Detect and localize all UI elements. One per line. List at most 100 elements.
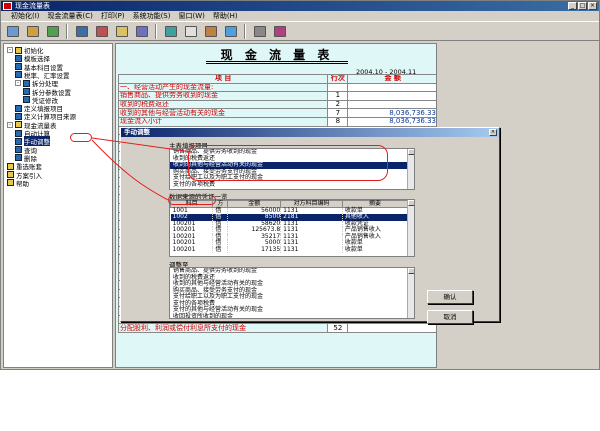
report-cell-no: 8 (327, 116, 349, 127)
expander-icon[interactable]: - (15, 80, 21, 87)
maximize-button[interactable]: □ (578, 2, 587, 10)
doc-icon (15, 54, 22, 62)
open-icon (26, 25, 39, 37)
folder-icon (23, 79, 30, 87)
highlight-ellipse (188, 145, 388, 181)
save-icon (46, 25, 59, 37)
app-icon (3, 2, 12, 10)
edit-icon (115, 25, 128, 37)
doc-icon (15, 137, 22, 145)
list-scrollbar[interactable] (407, 149, 414, 189)
report-row[interactable]: 收到的其他与经营活动有关的现金 7 8,036,736.33 (117, 108, 436, 118)
title-bar: 现金流量表 _ □ × (1, 1, 599, 11)
report-row[interactable]: 现金流入小计 8 8,036,736.33 (117, 116, 436, 127)
folder-icon (15, 121, 22, 129)
open-button[interactable] (24, 23, 41, 39)
settings-button[interactable] (251, 23, 268, 39)
report-cell-amount (347, 91, 436, 101)
report-cell-item: 分配股利、利润或偿付利息所支付的现金 (117, 323, 329, 333)
refresh-icon (75, 25, 88, 37)
adjust-to-list[interactable]: 销售商品、提供劳务收到的现金 收到的税费返还 收到的其他与经营活动有关的现金 购买商品… (169, 267, 415, 319)
expander-icon[interactable]: - (7, 121, 13, 128)
calc-icon (95, 25, 108, 37)
exit-icon (204, 25, 217, 37)
col-header-item: 项 目 (117, 74, 329, 84)
close-button[interactable]: × (588, 2, 597, 10)
menu-item[interactable]: 帮助(H) (213, 11, 238, 21)
nav-tree: - 初始化 模板选择 基本科目设置 税率、汇率设置 - 拆分处理 拆分参数设置 凭证修改 定义填报… (3, 43, 113, 368)
report-row[interactable]: 分配股利、利润或偿付利息所支付的现金 52 (117, 323, 436, 333)
report-cell-amount (347, 99, 436, 110)
doc-icon (15, 63, 22, 71)
menu-item[interactable]: 现金流量表(C) (48, 11, 93, 21)
export-button[interactable] (162, 23, 179, 39)
print-button[interactable] (4, 23, 21, 39)
help-button[interactable] (222, 23, 239, 39)
report-row[interactable]: 收到的税费返还 2 (117, 99, 436, 110)
voucher-grid[interactable]: 科目方金额 对方科目编码 摘要 1001 借 56000 1131 收款单 1002 借 8500 2… (169, 199, 415, 257)
menu-item[interactable]: 系统功能(S) (133, 11, 171, 21)
toolbar (1, 21, 599, 41)
toolbar-separator (155, 23, 157, 39)
grid-cell: 收款单 (342, 246, 409, 253)
export-icon (164, 25, 177, 37)
window-title: 现金流量表 (15, 2, 50, 10)
tree-item[interactable]: 帮助 (7, 179, 29, 188)
report-cell-item: 现金流入小计 (117, 116, 329, 127)
toolbar-separator (244, 23, 246, 39)
report-cell-item: 收到的税费返还 (117, 99, 329, 110)
report-cell-no: 52 (327, 323, 349, 333)
settings-icon (253, 25, 266, 37)
exit-button[interactable] (202, 23, 219, 39)
import-button[interactable] (133, 23, 150, 39)
report-cell-no (327, 82, 349, 93)
doc-icon (15, 71, 22, 79)
list-item[interactable]: 收回投资所收到的现金 (170, 313, 414, 318)
expander-icon[interactable]: - (7, 47, 13, 53)
highlight-ellipse (70, 133, 92, 142)
cancel-button[interactable]: 取消 (427, 310, 473, 324)
doc-icon (15, 104, 22, 112)
calc-button[interactable] (93, 23, 110, 39)
doc-icon (15, 146, 22, 154)
report-row[interactable]: 一、经营活动产生的现金流量: (117, 82, 436, 93)
grid-cell: 100201 (170, 246, 214, 253)
doc-icon (23, 88, 30, 95)
doc-button[interactable] (182, 23, 199, 39)
book-icon (273, 25, 286, 37)
save-button[interactable] (44, 23, 61, 39)
col-header-no: 行次 (327, 74, 349, 84)
minimize-button[interactable]: _ (568, 2, 577, 10)
menu-item[interactable]: 窗口(W) (178, 11, 204, 21)
report-cell-amount: 8,036,736.33 (347, 116, 436, 127)
report-row[interactable]: 销售商品、提供劳务收到的现金 1 (117, 91, 436, 101)
report-cell-item: 收到的其他与经营活动有关的现金 (117, 108, 329, 118)
report-cell-no: 1 (327, 91, 349, 101)
refresh-button[interactable] (73, 23, 90, 39)
list-item[interactable]: 支付的各项税费 (170, 181, 414, 189)
grid-scrollbar[interactable] (407, 200, 414, 256)
toolbar-separator (66, 23, 68, 39)
report-cell-no: 2 (327, 99, 349, 110)
grid-row[interactable]: 100201 借 17135 1131 收款单 (170, 246, 409, 253)
folder-icon (15, 46, 22, 54)
book-button[interactable] (271, 23, 288, 39)
grid-cell: 借 (212, 246, 229, 253)
grid-cell: 1131 (280, 246, 343, 253)
dialog-close-button[interactable]: × (489, 129, 497, 136)
menu-item[interactable]: 打印(P) (101, 11, 125, 21)
doc-icon (7, 179, 14, 187)
report-title: 现 金 流 量 表 (206, 46, 348, 64)
highlight-ellipse (168, 195, 216, 205)
menu-item[interactable]: 初始化(I) (11, 11, 40, 21)
doc-icon (7, 162, 14, 170)
doc-icon (15, 129, 22, 137)
edit-button[interactable] (113, 23, 130, 39)
dialog-title: 手动调整 (121, 128, 499, 137)
list-scrollbar[interactable] (407, 268, 414, 318)
report-cell-amount (347, 82, 436, 93)
tree-item-label: 帮助 (16, 179, 29, 188)
confirm-button[interactable]: 确认 (427, 290, 473, 304)
doc-icon (7, 171, 14, 178)
grid-cell: 17135 (227, 246, 282, 253)
